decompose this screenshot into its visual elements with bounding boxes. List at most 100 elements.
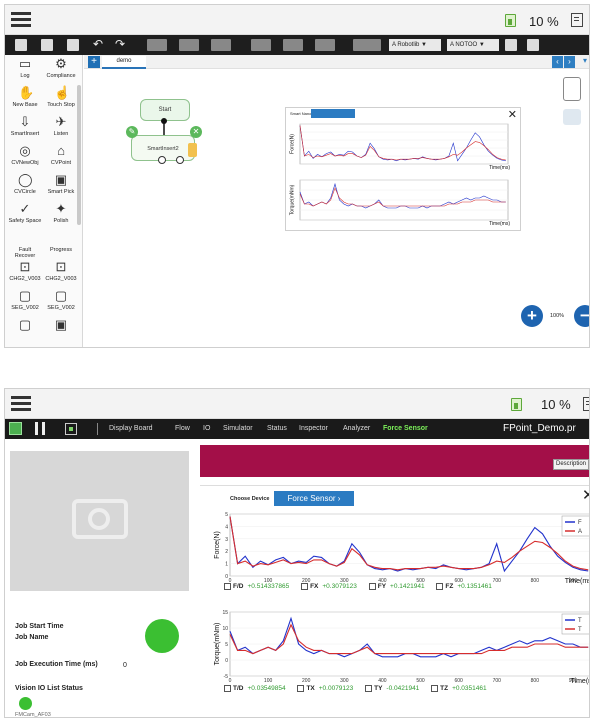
toolbar-tool-3[interactable] <box>211 39 231 51</box>
palette-item[interactable]: ▢ SEG_V002 <box>44 289 78 312</box>
vision-status-dot <box>19 697 32 710</box>
palette-item[interactable]: ▣ <box>44 318 78 334</box>
torque-readouts: T/D +0.03549854 TX +0.0079123 TY -0.0421941… <box>224 685 497 692</box>
menu-item-inspector[interactable]: Inspector <box>299 423 328 435</box>
palette-item[interactable]: Fault Recover <box>8 231 42 259</box>
pause-icon[interactable] <box>42 422 45 435</box>
x-tick-label: 700 <box>493 678 502 684</box>
menu-item-analyzer[interactable]: Analyzer <box>343 423 370 435</box>
redo-icon[interactable]: ↷ <box>115 37 125 51</box>
readout-key: F/D <box>233 583 244 591</box>
palette-item-icon: ✓ <box>19 201 31 216</box>
menu-item-status[interactable]: Status <box>267 423 287 435</box>
toolbar-tool-2[interactable] <box>179 39 199 51</box>
fd-checkbox[interactable] <box>224 583 231 590</box>
palette-item-icon: ✈ <box>55 114 67 129</box>
screenshot-force-sensor: 10 % Display Board Flow IO Simulator Status I… <box>4 388 590 718</box>
palette-item[interactable]: ✦ Polish <box>44 201 78 225</box>
palette-item[interactable]: ◎ CVNewObj <box>8 144 42 167</box>
delete-node-icon[interactable]: ✕ <box>190 126 202 138</box>
menu-icon[interactable] <box>11 12 31 27</box>
panel-icon[interactable] <box>527 39 539 51</box>
toolbar-tool-4[interactable] <box>251 39 271 51</box>
tab-prev-button[interactable]: ‹ <box>552 56 563 68</box>
menu-item-io[interactable]: IO <box>203 423 210 435</box>
settings-toggle-icon[interactable] <box>563 109 581 125</box>
fx-checkbox[interactable] <box>301 583 309 590</box>
palette-item[interactable]: ☝ Touch Stop <box>44 85 78 109</box>
td-checkbox[interactable] <box>224 685 231 692</box>
device-select[interactable] <box>311 109 355 118</box>
palette-item[interactable]: ⊡ CHG2_V003 <box>8 259 42 283</box>
palette-item[interactable]: ✓ Safety Space <box>8 201 42 225</box>
tab-next-button[interactable]: › <box>564 56 575 68</box>
readout-value: +0.1421941 <box>390 583 425 591</box>
save-as-icon[interactable] <box>41 39 53 51</box>
palette-item[interactable]: ✈ Listen <box>44 114 78 138</box>
tz-checkbox[interactable] <box>431 685 439 692</box>
toolbar-tool-6[interactable] <box>315 39 335 51</box>
tab-menu-icon[interactable]: ▾ <box>583 56 587 65</box>
flow-canvas[interactable]: + demo ‹ › ▾ Start SmartInsert2 ✎ ✕ Smar… <box>84 55 589 347</box>
stop-icon[interactable] <box>65 423 77 435</box>
toolbar-tool-7[interactable] <box>353 39 381 51</box>
fz-checkbox[interactable] <box>436 583 444 590</box>
palette-item[interactable]: ⊡ CHG2_V003 <box>44 259 78 283</box>
menu-item-flow[interactable]: Flow <box>175 423 190 435</box>
close-icon[interactable]: ✕ <box>582 488 589 504</box>
device-select-button[interactable]: Force Sensor › <box>274 491 354 506</box>
readout-key: TX <box>306 685 315 693</box>
readout-key: TZ <box>440 685 449 693</box>
readout-value: +0.514337865 <box>247 583 290 591</box>
zoom-out-button[interactable]: − <box>574 305 589 327</box>
document-icon[interactable] <box>583 397 589 411</box>
description-button[interactable]: Description <box>552 459 589 470</box>
save-icon[interactable] <box>15 39 27 51</box>
ty-checkbox[interactable] <box>365 685 373 692</box>
palette-item[interactable]: ▢ <box>8 318 42 334</box>
zoom-in-button[interactable]: + <box>521 305 543 327</box>
document-icon[interactable] <box>571 13 583 27</box>
y-tick-label: 2 <box>225 549 228 555</box>
grid-view-icon[interactable] <box>505 39 517 51</box>
palette-item[interactable]: ▢ SEG_V002 <box>8 288 42 312</box>
menu-item-force-sensor[interactable]: Force Sensor <box>383 423 428 435</box>
tab-demo[interactable]: demo <box>102 56 146 69</box>
toolbar-tool-5[interactable] <box>283 39 303 51</box>
palette-item-icon: ☝ <box>54 85 71 100</box>
x-tick-label: 300 <box>340 678 349 684</box>
palette-item-label: New Base <box>12 102 38 108</box>
output-port[interactable] <box>176 156 184 164</box>
pause-icon[interactable] <box>35 422 38 435</box>
menu-icon[interactable] <box>11 396 31 411</box>
palette-item[interactable]: ✋ New Base <box>8 86 42 109</box>
palette-item-icon: ▣ <box>54 317 68 332</box>
play-icon[interactable] <box>9 422 22 435</box>
menu-item-display-board[interactable]: Display Board <box>109 423 153 435</box>
palette-item-icon: ⊡ <box>55 259 67 274</box>
add-tab-button[interactable]: + <box>88 56 100 68</box>
tool-select[interactable]: A NOTOO ▼ <box>447 39 499 51</box>
palette-item[interactable]: ▭ Log <box>8 57 42 80</box>
palette-item[interactable]: ▣ Smart Pick <box>44 173 78 196</box>
edit-node-icon[interactable]: ✎ <box>126 126 138 138</box>
palette-item[interactable]: ◯ CVCircle <box>8 173 42 196</box>
plot-area <box>229 513 589 577</box>
output-port[interactable] <box>158 156 166 164</box>
readout-value: -0.0421941 <box>386 685 420 693</box>
menu-item-simulator[interactable]: Simulator <box>223 423 253 435</box>
export-icon[interactable] <box>67 39 79 51</box>
palette-item-icon: ✦ <box>55 201 67 216</box>
palette-item-icon: ▢ <box>18 288 32 303</box>
robot-select[interactable]: A Robotlib ▼ <box>389 39 441 51</box>
toolbar-tool-1[interactable] <box>147 39 167 51</box>
palette-item-icon: ⊡ <box>19 259 31 274</box>
palette-item[interactable]: ⚙ Compliance <box>44 57 78 80</box>
palette-item[interactable]: Progress <box>44 231 78 253</box>
undo-icon[interactable]: ↶ <box>93 37 103 51</box>
palette-item[interactable]: ⌂ CVPoint <box>44 144 78 167</box>
tx-checkbox[interactable] <box>297 685 305 692</box>
palette-item[interactable]: ⇩ SmartInsert <box>8 115 42 138</box>
fy-checkbox[interactable] <box>368 583 376 590</box>
layout-toggle-icon[interactable] <box>563 77 581 101</box>
